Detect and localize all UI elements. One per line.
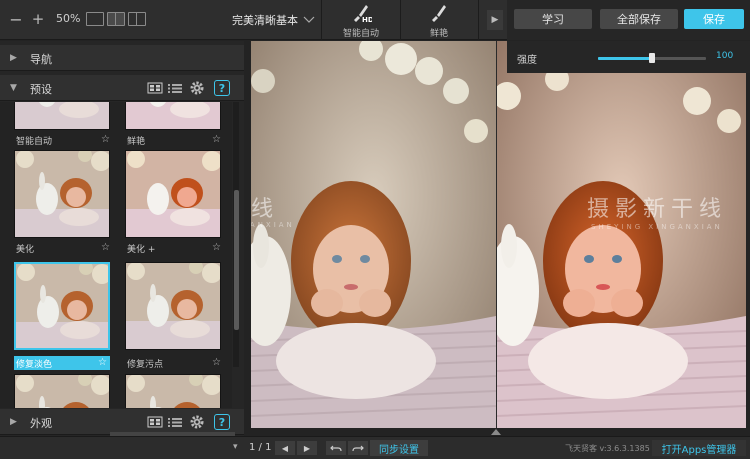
previous-image-button[interactable]: ◀ — [275, 441, 295, 455]
star-icon[interactable]: ☆ — [212, 242, 221, 253]
grid-view-icon[interactable] — [147, 414, 163, 430]
redo-button[interactable] — [348, 441, 368, 455]
learn-button[interactable]: 学习 — [514, 9, 592, 29]
filmstrip-scrollbar[interactable] — [110, 432, 235, 436]
section-navigation[interactable]: ▶ 导航 — [0, 45, 244, 71]
help-icon[interactable]: ? — [214, 414, 230, 430]
watermark-subtext: SHEYING XINGANXIAN — [591, 223, 723, 231]
divider — [478, 0, 479, 40]
preset-label: 美化 — [16, 245, 35, 255]
star-icon[interactable]: ☆ — [98, 357, 107, 368]
preset-label: 修复淡色 — [16, 360, 53, 370]
save-all-button[interactable]: 全部保存 — [600, 9, 678, 29]
single-view-button[interactable] — [86, 12, 104, 26]
side-by-side-view-button[interactable] — [128, 12, 146, 26]
grid-view-icon[interactable] — [147, 80, 163, 96]
svg-text:HD: HD — [362, 16, 372, 24]
before-photo — [251, 41, 496, 428]
section-title: 导航 — [30, 53, 52, 66]
chevron-right-icon: ▶ — [10, 53, 17, 63]
preset-preview — [125, 150, 221, 238]
chevron-right-icon: ▶ — [10, 417, 17, 427]
split-view-button[interactable] — [107, 12, 125, 26]
page-count: 1 / 1 — [249, 442, 272, 453]
section-title: 预设 — [30, 83, 52, 96]
open-apps-manager-button[interactable]: 打开Apps管理器 — [652, 440, 746, 456]
preset-preview — [14, 150, 110, 238]
section-presets[interactable]: ▼ 预设 ? — [0, 75, 244, 101]
redo-icon — [352, 445, 364, 452]
current-preset-name[interactable]: 完美清晰基本 — [232, 12, 298, 28]
watermark-subtext: SHEYING XINGANXIAN — [251, 221, 295, 229]
tool-vivid[interactable]: 鲜艳 — [400, 0, 478, 40]
preset-scrollbar-thumb[interactable] — [234, 190, 239, 330]
watermark-text: 摄影新干线 — [251, 197, 280, 222]
help-icon[interactable]: ? — [214, 80, 230, 96]
preset-preview — [14, 262, 110, 350]
chevron-down-icon: ▼ — [10, 83, 17, 93]
zoom-level: 50% — [56, 12, 81, 25]
star-icon[interactable]: ☆ — [101, 242, 110, 253]
zoom-out-button[interactable]: − — [8, 10, 24, 29]
star-icon[interactable]: ☆ — [101, 134, 110, 145]
preset-preview — [14, 102, 110, 130]
undo-icon — [330, 445, 342, 452]
star-icon[interactable]: ☆ — [212, 357, 221, 368]
list-view-icon[interactable] — [167, 80, 183, 96]
filmstrip-toggle-icon[interactable] — [491, 429, 501, 435]
brush-icon — [428, 2, 450, 24]
preset-preview — [125, 374, 221, 408]
preset-preview — [125, 262, 221, 350]
strength-slider-handle[interactable] — [649, 53, 655, 63]
section-title: 外观 — [30, 417, 52, 430]
image-canvas[interactable]: 摄影新干线 SHEYING XINGANXIAN 摄影新干线 SHEYING X… — [251, 41, 746, 428]
preset-grid: 智能自动 ☆ 鲜艳 ☆ 美化 ☆ 美化 + ☆ 修复淡色 ☆ 修复污点 ☆ — [0, 102, 232, 408]
tool-label: 智能自动 — [342, 29, 379, 39]
brush-hd-icon: HD — [350, 2, 374, 24]
preset-label: 智能自动 — [16, 137, 53, 147]
preset-label: 修复污点 — [127, 360, 164, 370]
tool-smart-auto[interactable]: HD 智能自动 — [322, 0, 400, 40]
star-icon[interactable]: ☆ — [212, 134, 221, 145]
preset-label: 美化 + — [127, 245, 156, 255]
version-label: 飞天贤客 v:3.6.3.1385 — [565, 444, 650, 453]
gear-icon[interactable] — [189, 80, 205, 96]
strength-value: 100 — [716, 51, 734, 61]
preset-preview — [125, 102, 221, 130]
save-button[interactable]: 保存 — [684, 9, 744, 29]
sync-settings-button[interactable]: 同步设置 — [370, 440, 428, 456]
zoom-in-button[interactable]: + — [30, 10, 46, 28]
strength-label: 强度 — [517, 55, 537, 66]
watermark-text: 摄影新干线 — [587, 197, 728, 222]
strength-slider-fill — [598, 57, 652, 60]
preset-label: 鲜艳 — [127, 137, 146, 147]
chevron-down-icon[interactable]: ▾ — [233, 442, 238, 452]
preset-preview — [14, 374, 110, 408]
list-view-icon[interactable] — [167, 414, 183, 430]
chevron-down-icon[interactable] — [302, 12, 316, 26]
undo-button[interactable] — [326, 441, 346, 455]
next-image-button[interactable]: ▶ — [297, 441, 317, 455]
gear-icon[interactable] — [189, 414, 205, 430]
chevron-right-icon[interactable]: ▶ — [487, 10, 503, 30]
after-photo — [497, 41, 746, 428]
tool-label: 鲜艳 — [429, 29, 448, 39]
